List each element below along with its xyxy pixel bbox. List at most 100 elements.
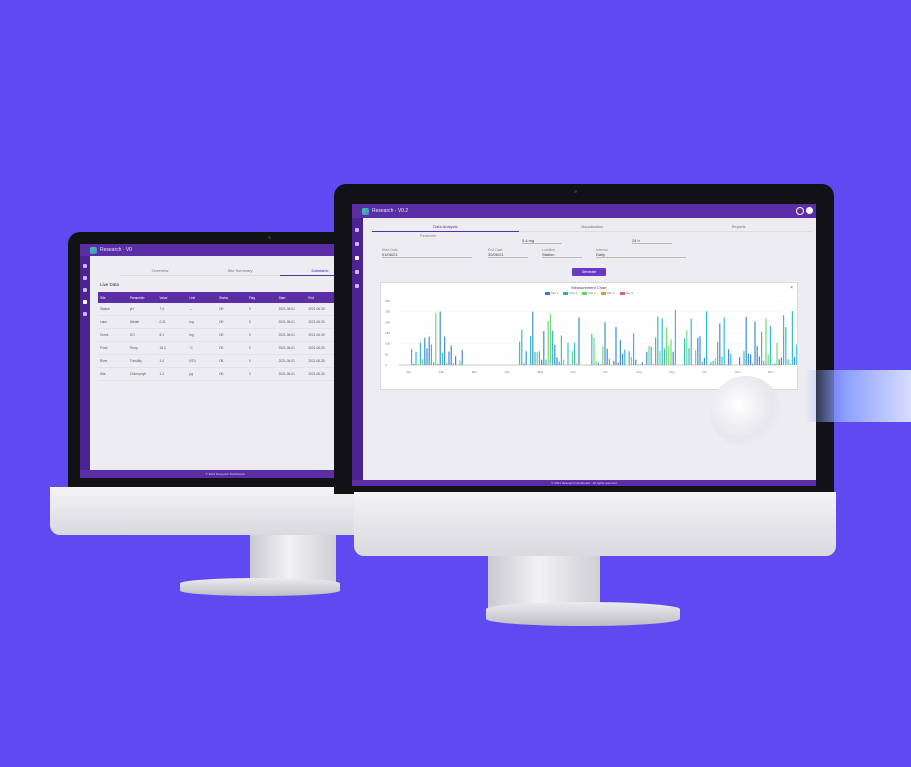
start-date-field[interactable]: Start Date 01/06/21: [382, 248, 472, 258]
column-header[interactable]: Site: [98, 292, 128, 303]
chart-bar: [452, 363, 454, 365]
user-icon[interactable]: [806, 207, 813, 214]
chart-bar: [435, 313, 437, 365]
screen-glare: [710, 376, 782, 448]
chart-bar: [624, 349, 626, 365]
location-field[interactable]: Location Station: [542, 248, 582, 258]
chart-bar: [641, 362, 643, 365]
table-cell: River: [98, 354, 128, 368]
chart-bar: [428, 336, 430, 365]
table-cell: pH: [127, 303, 158, 316]
tab-reports[interactable]: Reports: [665, 222, 813, 232]
table-cell: Nitrate: [127, 315, 158, 329]
tab-visualization[interactable]: Visualization: [518, 222, 666, 232]
column-header[interactable]: Value: [157, 292, 188, 303]
tab-data-analysis[interactable]: Data Analysis: [372, 222, 519, 232]
interval-value: Daily: [596, 252, 686, 258]
table-row[interactable]: PondTemp18.2°COK02021-06-012021-06-30Rou…: [98, 341, 366, 355]
chart-bar: [794, 356, 796, 365]
chart-bar: [780, 357, 782, 365]
generate-button[interactable]: Generate: [572, 268, 606, 276]
chart-bar: [763, 360, 765, 365]
chart-bar: [785, 327, 787, 365]
table-cell: OK: [217, 328, 247, 342]
y-tick-label: 200: [385, 320, 390, 324]
table-row[interactable]: CreekDO8.1mgOK02021-06-012021-06-30Routi…: [98, 328, 366, 342]
chart-bar: [719, 323, 721, 365]
chart-bar: [439, 311, 441, 365]
y-tick-label: 250: [385, 310, 390, 314]
column-header[interactable]: Unit: [187, 292, 218, 303]
table-cell: 2021-06-01: [276, 328, 307, 342]
chart-bar: [717, 341, 719, 365]
chart-bar: [595, 360, 597, 365]
chart-bar: [556, 357, 558, 365]
app-logo-icon: [362, 207, 369, 215]
table-cell: Turbidity: [127, 354, 158, 368]
chart-bar: [433, 362, 435, 365]
chart-bar: [534, 351, 536, 365]
table-cell: OK: [217, 315, 247, 329]
table-icon[interactable]: [355, 270, 359, 274]
tab-site-summary[interactable]: Site Summary: [200, 266, 280, 276]
table-cell: Chlorophyll: [127, 367, 158, 381]
chart-bar: [441, 352, 443, 365]
home-icon[interactable]: [83, 276, 87, 280]
table-cell: 0: [246, 328, 277, 342]
y-tick-label: 50: [385, 352, 389, 356]
front-monitor-chin: [354, 492, 836, 556]
interval-field[interactable]: Interval Daily: [596, 248, 686, 258]
chart-bar: [721, 356, 723, 365]
table-row[interactable]: Lake Nitrate 0.21 mg OK 0 2021-06-01 2021-06-30…: [98, 315, 366, 329]
search-icon[interactable]: [796, 207, 804, 215]
chart-icon[interactable]: [355, 256, 359, 260]
column-header[interactable]: Parameter: [127, 292, 158, 303]
y-tick-label: 300: [385, 299, 390, 303]
back-app-header: Research · V0: [80, 244, 370, 256]
back-tabs: Overview Site Summary Datatable: [120, 266, 360, 276]
chart-bar: [648, 345, 650, 365]
top-value-1: 5.4 mg: [522, 238, 562, 244]
chart-icon[interactable]: [83, 288, 87, 292]
chart-bar: [765, 318, 767, 365]
menu-icon[interactable]: [83, 264, 87, 268]
table-row[interactable]: StationpH7.4—OK02021-06-012021-06-30Rout…: [98, 303, 366, 316]
table-row[interactable]: River Turbidity 3.4 NTU OK 0 2021-06-01 2021-06…: [98, 354, 366, 368]
tab-overview[interactable]: Overview: [120, 266, 200, 276]
chart-bar: [448, 351, 450, 365]
settings-icon[interactable]: [355, 284, 359, 288]
end-date-field[interactable]: End Date 30/06/21: [488, 248, 528, 258]
front-app-header: Research · V0.2: [352, 204, 816, 218]
chart-bar: [674, 309, 676, 365]
table-row[interactable]: Site Chlorophyll 1.2 µg OK 0 2021-06-01 2021-06…: [98, 367, 366, 381]
table-cell: OK: [217, 341, 247, 355]
table-icon[interactable]: [83, 300, 87, 304]
home-icon[interactable]: [355, 242, 359, 246]
chart-bar: [635, 359, 637, 365]
parameter-field[interactable]: Parameter: [420, 234, 460, 238]
chart-bar: [552, 330, 554, 365]
app-logo-icon: [90, 246, 97, 254]
column-header[interactable]: Status: [217, 292, 247, 303]
settings-icon[interactable]: [83, 312, 87, 316]
chart-bar: [430, 344, 432, 365]
chart-bar: [663, 348, 665, 365]
chart-bar: [778, 359, 780, 365]
chart-bar: [754, 321, 756, 365]
chart-bar: [630, 356, 632, 365]
chart-bar: [571, 350, 573, 365]
back-app-title: Research · V0: [100, 247, 132, 253]
chart-bar: [545, 359, 547, 365]
table-cell: mg: [187, 315, 218, 329]
column-header[interactable]: Start: [276, 292, 307, 303]
menu-icon[interactable]: [355, 228, 359, 232]
chart-bar: [536, 351, 538, 365]
table-cell: Creek: [98, 328, 128, 342]
column-header[interactable]: Flag: [246, 292, 277, 303]
chart-bar: [578, 317, 580, 365]
parameter-field-label: Parameter: [420, 234, 437, 238]
chart-bar: [769, 325, 771, 365]
y-tick-label: 0: [385, 363, 387, 367]
chart-bar: [747, 353, 749, 365]
chart-bar: [787, 359, 789, 365]
